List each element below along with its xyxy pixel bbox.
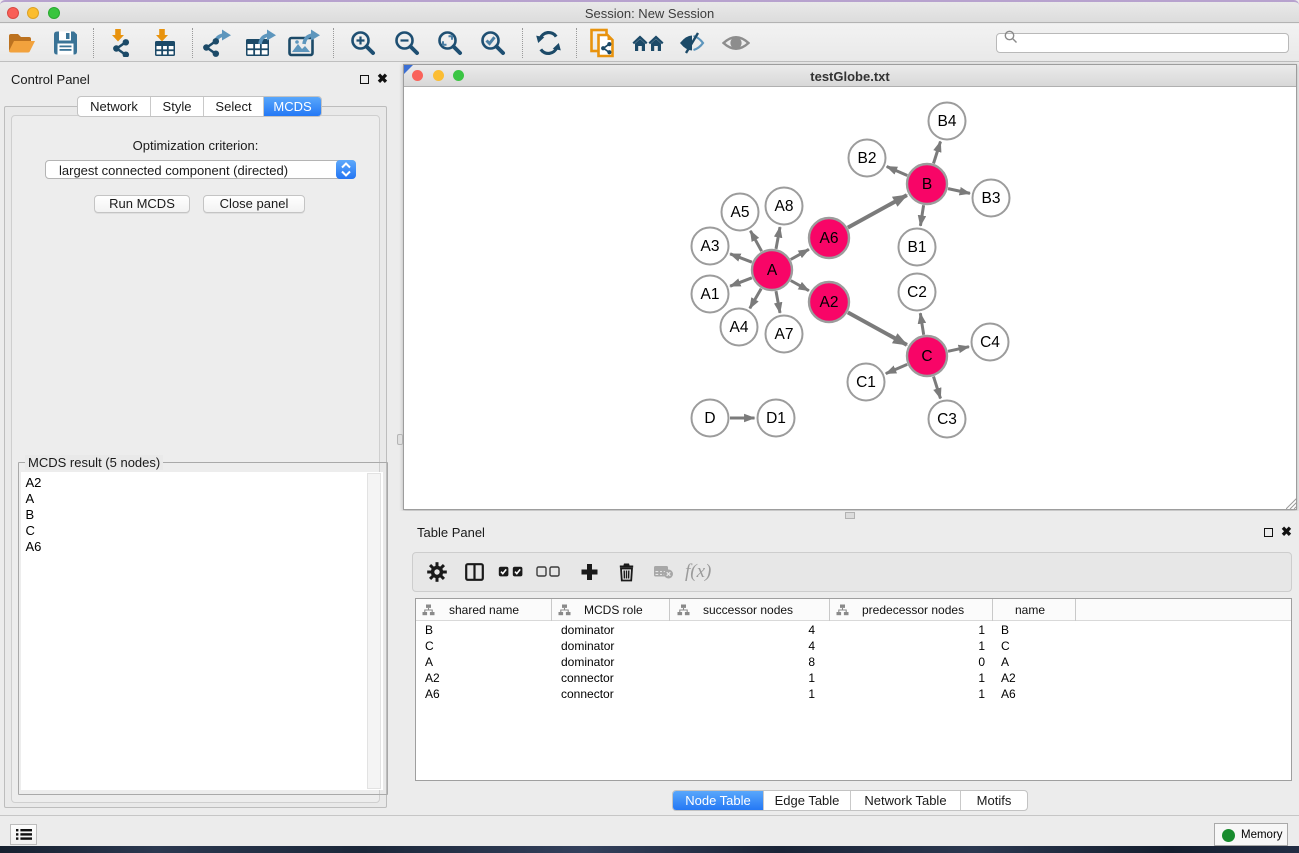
- svg-text:B: B: [922, 176, 932, 193]
- svg-text:C1: C1: [856, 374, 876, 391]
- svg-text:A6: A6: [820, 230, 839, 247]
- svg-text:B2: B2: [858, 150, 877, 167]
- svg-text:A: A: [767, 262, 778, 279]
- svg-text:A2: A2: [820, 294, 839, 311]
- svg-text:A5: A5: [731, 204, 750, 221]
- svg-text:B3: B3: [982, 190, 1001, 207]
- svg-text:C: C: [921, 348, 932, 365]
- svg-text:A8: A8: [775, 198, 794, 215]
- svg-text:B1: B1: [908, 239, 927, 256]
- svg-text:A4: A4: [730, 319, 749, 336]
- svg-text:C4: C4: [980, 334, 1000, 351]
- svg-text:A7: A7: [775, 326, 794, 343]
- svg-text:A1: A1: [701, 286, 720, 303]
- svg-text:D1: D1: [766, 410, 786, 427]
- svg-text:C2: C2: [907, 284, 927, 301]
- svg-text:B4: B4: [938, 113, 957, 130]
- svg-text:C3: C3: [937, 411, 957, 428]
- svg-text:D: D: [704, 410, 715, 427]
- svg-text:A3: A3: [701, 238, 720, 255]
